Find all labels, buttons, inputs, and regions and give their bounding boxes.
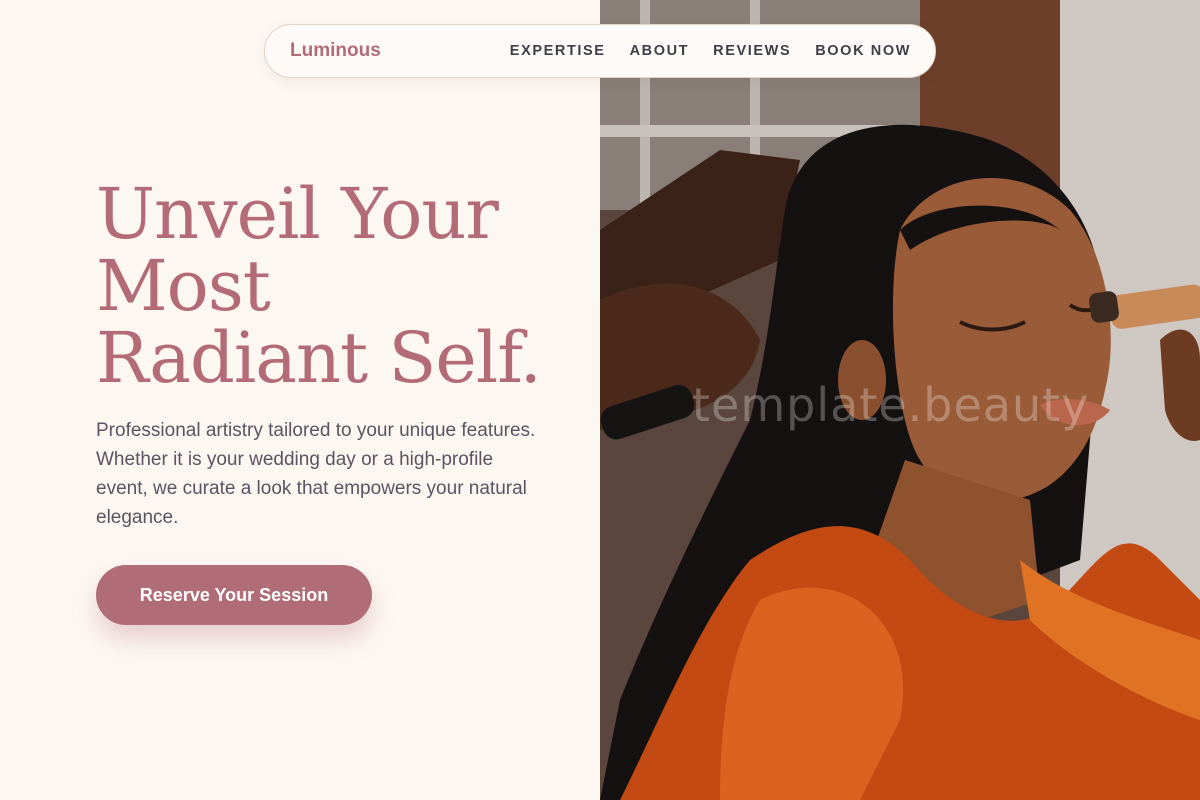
hero-description: Professional artistry tailored to your u… bbox=[96, 420, 536, 528]
nav-link-expertise[interactable]: EXPERTISE bbox=[510, 43, 606, 59]
nav-link-about[interactable]: ABOUT bbox=[630, 43, 690, 59]
hero-headline: Unveil Your Most Radiant Self. bbox=[96, 178, 566, 394]
nav-link-book-now[interactable]: BOOK NOW bbox=[815, 43, 911, 59]
headline-line-3: Radiant Self. bbox=[96, 317, 542, 399]
headline-line-1: Unveil Your bbox=[96, 173, 499, 255]
top-navbar: Luminous EXPERTISE ABOUT REVIEWS BOOK NO… bbox=[264, 24, 936, 78]
nav-menu: EXPERTISE ABOUT REVIEWS BOOK NOW bbox=[510, 25, 911, 77]
reserve-session-button[interactable]: Reserve Your Session bbox=[96, 565, 372, 625]
brand-logo[interactable]: Luminous bbox=[290, 40, 381, 62]
nav-link-reviews[interactable]: REVIEWS bbox=[713, 43, 791, 59]
watermark-text: template.beauty bbox=[692, 378, 1090, 432]
hero-text-panel: Unveil Your Most Radiant Self. Professio… bbox=[0, 0, 600, 800]
headline-line-2: Most bbox=[96, 245, 271, 327]
hero-photo: template.beauty bbox=[600, 0, 1200, 800]
